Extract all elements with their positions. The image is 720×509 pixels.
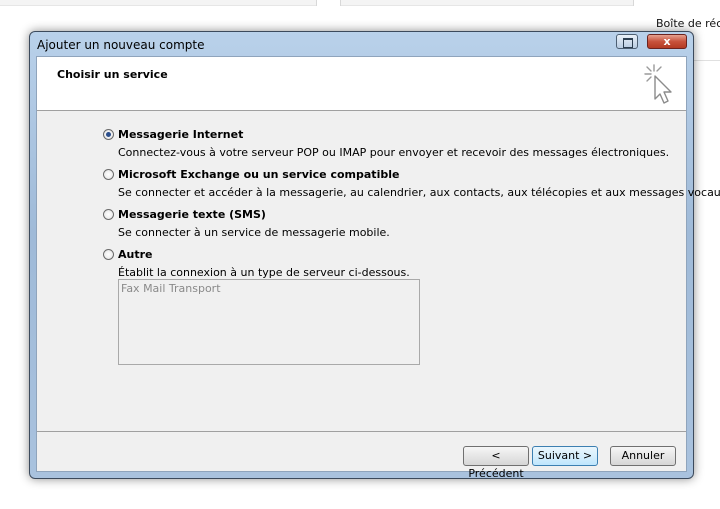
maximize-icon (623, 38, 633, 48)
cancel-button[interactable]: Annuler (610, 446, 676, 466)
option-description: Établit la connexion à un type de serveu… (118, 266, 410, 279)
maximize-button[interactable] (616, 34, 638, 49)
list-item[interactable]: Fax Mail Transport (121, 282, 221, 295)
background-app (0, 0, 720, 30)
background-pane-middle (341, 0, 633, 6)
previous-button[interactable]: < Précédent (463, 446, 529, 480)
divider (633, 0, 634, 6)
option-description: Connectez-vous à votre serveur POP ou IM… (118, 146, 670, 159)
divider (316, 0, 317, 6)
option-label[interactable]: Messagerie Internet (118, 128, 243, 141)
next-button[interactable]: Suivant > (532, 446, 598, 466)
title-bar[interactable]: Ajouter un nouveau compte x (30, 32, 693, 54)
page-title: Choisir un service (57, 68, 168, 81)
background-pane-left (0, 0, 316, 6)
divider (340, 0, 341, 6)
radio-sms[interactable] (103, 209, 114, 220)
radio-exchange[interactable] (103, 169, 114, 180)
option-description: Se connecter et accéder à la messagerie,… (118, 186, 720, 199)
cursor-click-icon (644, 64, 672, 104)
close-icon: x (663, 35, 671, 48)
radio-internet-email[interactable] (103, 129, 114, 140)
option-label[interactable]: Messagerie texte (SMS) (118, 208, 266, 221)
footer-divider (37, 431, 686, 432)
folder-inbox[interactable]: Boîte de récep (656, 17, 720, 30)
dialog-content: Choisir un service Messagerie Internet C… (36, 56, 720, 480)
close-button[interactable]: x (647, 34, 687, 49)
option-label[interactable]: Microsoft Exchange ou un service compati… (118, 168, 399, 181)
wizard-header: Choisir un service (37, 57, 686, 111)
window-title: Ajouter un nouveau compte (37, 38, 205, 52)
option-label[interactable]: Autre (118, 248, 153, 261)
option-description: Se connecter à un service de messagerie … (118, 226, 390, 239)
radio-other[interactable] (103, 249, 114, 260)
other-server-list[interactable]: Fax Mail Transport (118, 279, 420, 365)
add-account-dialog: Ajouter un nouveau compte x Choisir un s… (29, 31, 720, 480)
